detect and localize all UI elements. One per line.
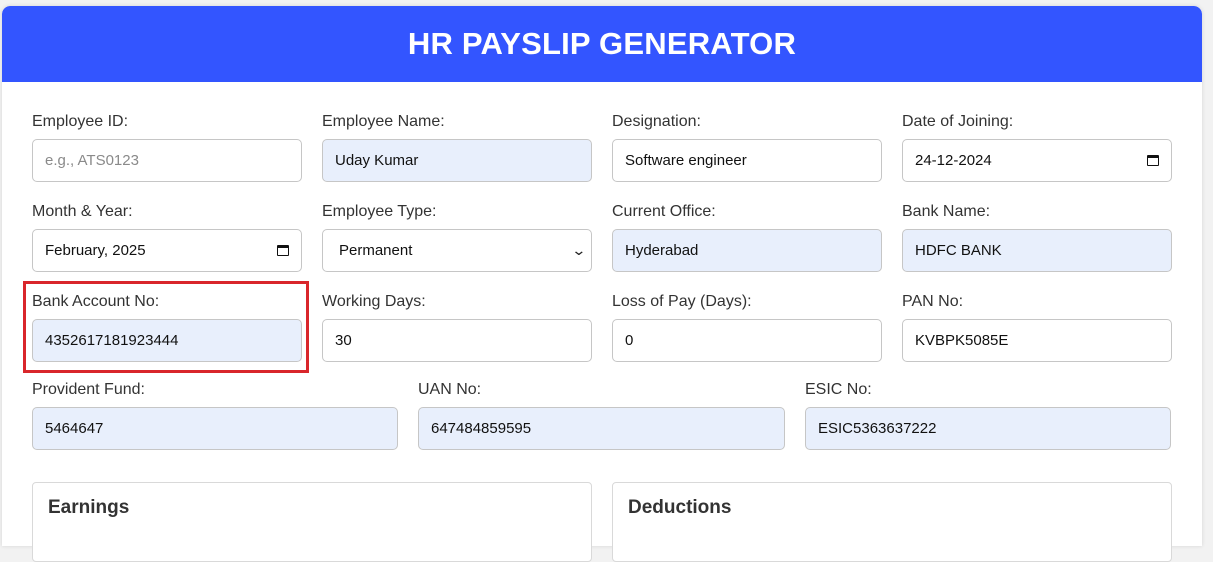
- earnings-heading: Earnings: [48, 497, 130, 518]
- employee-name-group: Employee Name: Uday Kumar: [322, 113, 592, 182]
- employee-name-value: Uday Kumar: [335, 152, 419, 169]
- employee-id-group: Employee ID: e.g., ATS0123: [32, 113, 302, 182]
- payslip-card: HR PAYSLIP GENERATOR: [2, 6, 1202, 546]
- uan-value: 647484859595: [431, 420, 532, 437]
- working-days-label: Working Days:: [322, 293, 426, 310]
- current-office-label: Current Office:: [612, 203, 716, 220]
- esic-label: ESIC No:: [805, 381, 872, 398]
- employee-name-label: Employee Name:: [322, 113, 445, 130]
- uan-label: UAN No:: [418, 381, 482, 398]
- employee-type-select[interactable]: Permanent ⌄: [322, 229, 592, 272]
- provident-fund-input[interactable]: 5464647: [32, 407, 398, 450]
- date-of-joining-group: Date of Joining: 24-12-2024: [902, 113, 1172, 182]
- uan-group: UAN No: 647484859595: [418, 381, 785, 450]
- current-office-input[interactable]: Hyderabad: [612, 229, 882, 272]
- pan-value: KVBPK5085E: [915, 332, 1009, 349]
- deductions-heading: Deductions: [628, 497, 732, 518]
- employee-type-label: Employee Type:: [322, 203, 437, 220]
- provident-fund-value: 5464647: [45, 420, 104, 437]
- header-bar: HR PAYSLIP GENERATOR: [2, 6, 1202, 82]
- bank-name-input[interactable]: HDFC BANK: [902, 229, 1172, 272]
- working-days-group: Working Days: 30: [322, 293, 592, 362]
- current-office-group: Current Office: Hyderabad: [612, 203, 882, 272]
- working-days-input[interactable]: 30: [322, 319, 592, 362]
- pan-label: PAN No:: [902, 293, 964, 310]
- chevron-down-icon: ⌄: [571, 242, 587, 258]
- pan-input[interactable]: KVBPK5085E: [902, 319, 1172, 362]
- employee-name-input[interactable]: Uday Kumar: [322, 139, 592, 182]
- designation-input[interactable]: Software engineer: [612, 139, 882, 182]
- bank-name-label: Bank Name:: [902, 203, 991, 220]
- provident-fund-group: Provident Fund: 5464647: [32, 381, 398, 450]
- provident-fund-label: Provident Fund:: [32, 381, 145, 398]
- deductions-section: Deductions: [612, 482, 1172, 562]
- designation-group: Designation: Software engineer: [612, 113, 882, 182]
- calendar-icon[interactable]: [1147, 155, 1159, 166]
- month-year-label: Month & Year:: [32, 203, 133, 220]
- bank-name-value: HDFC BANK: [915, 242, 1002, 259]
- bank-account-input[interactable]: 4352617181923444: [32, 319, 302, 362]
- loss-of-pay-label: Loss of Pay (Days):: [612, 293, 752, 310]
- date-of-joining-input[interactable]: 24-12-2024: [902, 139, 1172, 182]
- employee-type-value: Permanent: [339, 242, 413, 259]
- bank-account-group: Bank Account No: 4352617181923444: [32, 293, 302, 362]
- working-days-value: 30: [335, 332, 352, 349]
- current-office-value: Hyderabad: [625, 242, 699, 259]
- bank-account-value: 4352617181923444: [45, 332, 179, 349]
- bank-name-group: Bank Name: HDFC BANK: [902, 203, 1172, 272]
- employee-type-group: Employee Type: Permanent ⌄: [322, 203, 592, 272]
- month-year-value: February, 2025: [45, 242, 146, 259]
- employee-id-placeholder: e.g., ATS0123: [45, 152, 139, 169]
- designation-value: Software engineer: [625, 152, 747, 169]
- loss-of-pay-value: 0: [625, 332, 634, 349]
- loss-of-pay-group: Loss of Pay (Days): 0: [612, 293, 882, 362]
- bank-account-label: Bank Account No:: [32, 293, 160, 310]
- month-year-input[interactable]: February, 2025: [32, 229, 302, 272]
- designation-label: Designation:: [612, 113, 701, 130]
- date-of-joining-value: 24-12-2024: [915, 152, 992, 169]
- calendar-icon[interactable]: [277, 245, 289, 256]
- employee-id-input[interactable]: e.g., ATS0123: [32, 139, 302, 182]
- uan-input[interactable]: 647484859595: [418, 407, 785, 450]
- page-title: HR PAYSLIP GENERATOR: [407, 26, 797, 61]
- esic-value: ESIC5363637222: [818, 420, 937, 437]
- esic-input[interactable]: ESIC5363637222: [805, 407, 1171, 450]
- date-of-joining-label: Date of Joining:: [902, 113, 1014, 130]
- esic-group: ESIC No: ESIC5363637222: [805, 381, 1171, 450]
- loss-of-pay-input[interactable]: 0: [612, 319, 882, 362]
- earnings-section: Earnings: [32, 482, 592, 562]
- pan-group: PAN No: KVBPK5085E: [902, 293, 1172, 362]
- employee-id-label: Employee ID:: [32, 113, 129, 130]
- month-year-group: Month & Year: February, 2025: [32, 203, 302, 272]
